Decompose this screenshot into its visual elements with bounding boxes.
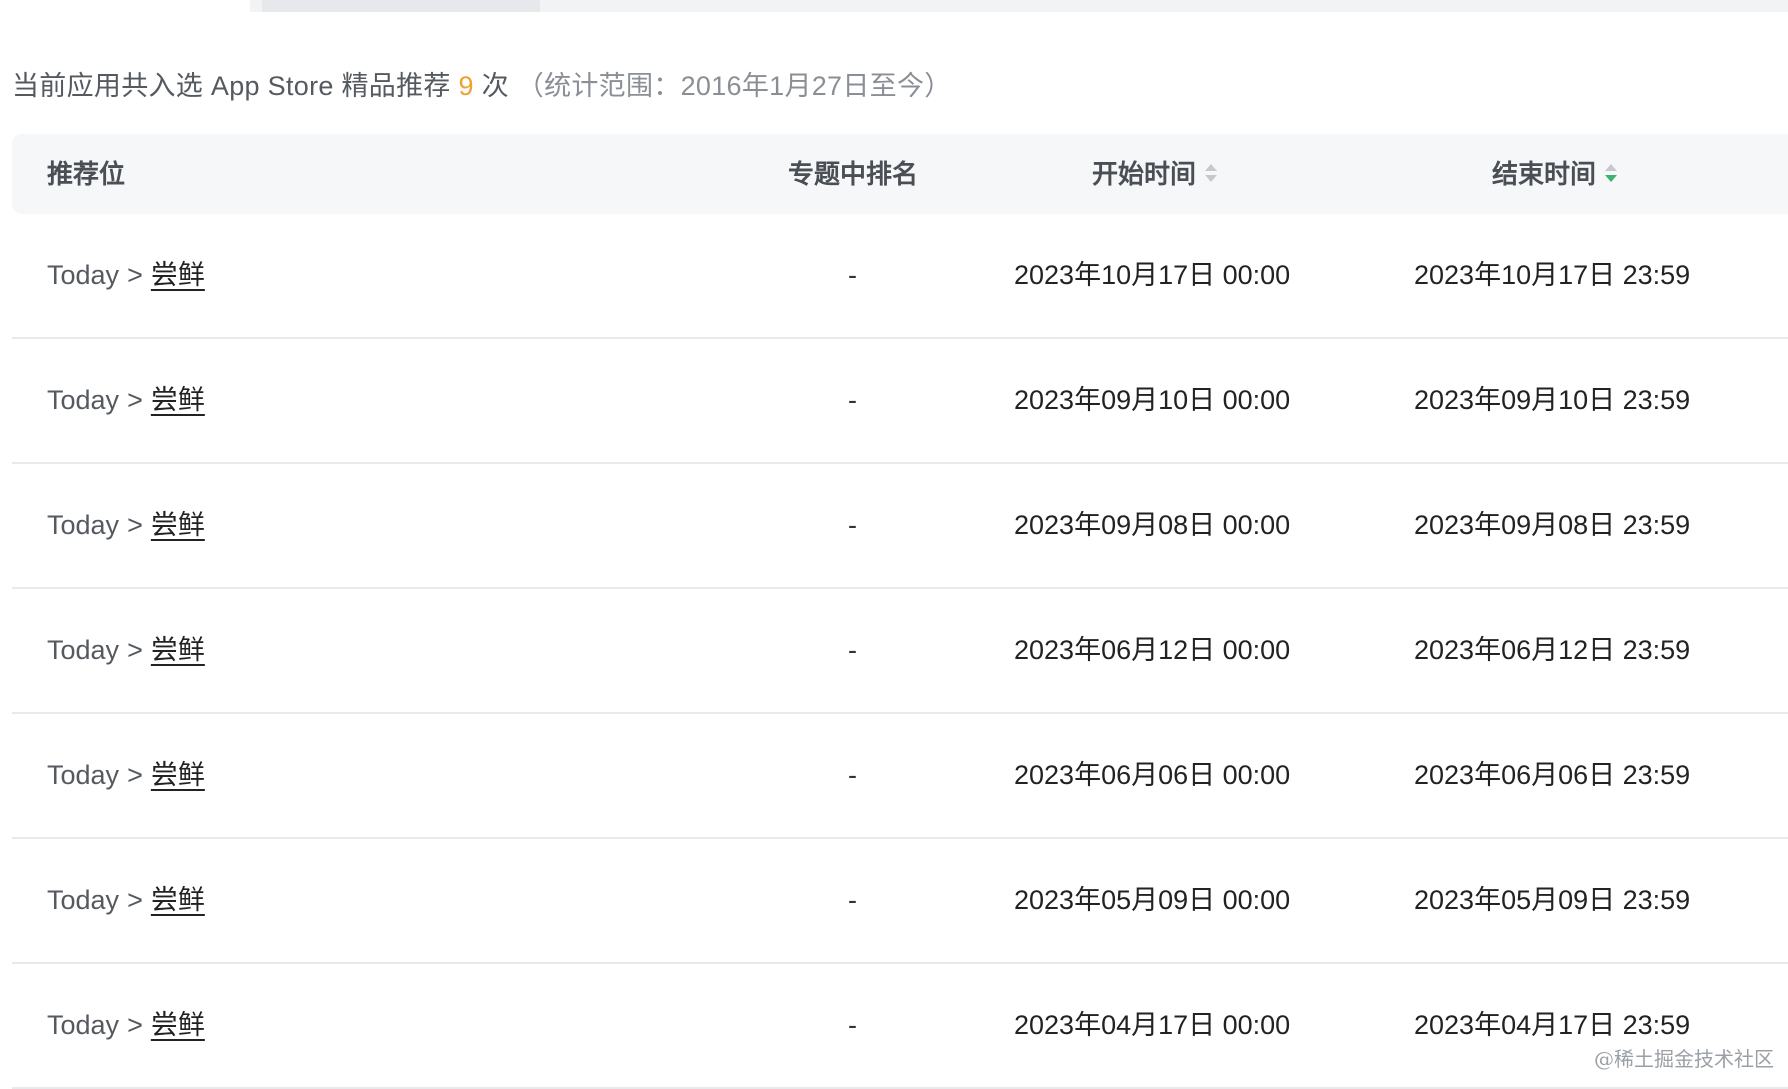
topic-rank: - — [848, 885, 857, 915]
sort-end-time-icon[interactable] — [1604, 163, 1618, 185]
breadcrumb-separator: > — [127, 635, 143, 665]
table-row: Today > 尝鲜 - 2023年05月09日 00:00 2023年05月09日 23… — [12, 839, 1788, 964]
top-tab-strip — [250, 0, 1788, 12]
start-time: 2023年09月08日 00:00 — [1014, 510, 1291, 540]
start-time-header-label: 开始时间 — [1092, 159, 1197, 189]
end-time: 2023年05月09日 23:59 — [1414, 885, 1691, 915]
breadcrumb-separator: > — [127, 760, 143, 790]
start-time: 2023年10月17日 00:00 — [1014, 260, 1291, 290]
column-header-end-time[interactable]: 结束时间 — [1492, 134, 1618, 214]
section-label: Today — [47, 510, 120, 540]
recommendation-position: Today > 尝鲜 — [47, 839, 205, 962]
section-label: Today — [47, 635, 120, 665]
topic-rank: - — [848, 635, 857, 665]
start-time: 2023年04月17日 00:00 — [1014, 1010, 1291, 1040]
watermark: @稀土掘金技术社区 — [1594, 1047, 1774, 1071]
breadcrumb-separator: > — [127, 260, 143, 290]
end-time: 2023年10月17日 23:59 — [1414, 260, 1691, 290]
recommendation-position: Today > 尝鲜 — [47, 964, 205, 1087]
recommendation-position: Today > 尝鲜 — [47, 714, 205, 837]
breadcrumb-separator: > — [127, 510, 143, 540]
breadcrumb-separator: > — [127, 1010, 143, 1040]
start-time: 2023年09月10日 00:00 — [1014, 385, 1291, 415]
section-label: Today — [47, 1010, 120, 1040]
end-time-header-label: 结束时间 — [1492, 159, 1597, 189]
topic-rank: - — [848, 260, 857, 290]
feature-link[interactable]: 尝鲜 — [151, 385, 205, 415]
end-time: 2023年06月06日 23:59 — [1414, 760, 1691, 790]
recommendation-count: 9 — [458, 71, 474, 101]
recommendation-position: Today > 尝鲜 — [47, 339, 205, 462]
table-row: Today > 尝鲜 - 2023年06月06日 00:00 2023年06月06日 23… — [12, 714, 1788, 839]
start-time: 2023年05月09日 00:00 — [1014, 885, 1291, 915]
recommendation-position: Today > 尝鲜 — [47, 464, 205, 587]
end-time: 2023年09月08日 23:59 — [1414, 510, 1691, 540]
table-body: Today > 尝鲜 -2023年10月17日 00:00 2023年10月17日 23… — [12, 214, 1788, 1089]
section-label: Today — [47, 260, 120, 290]
feature-link[interactable]: 尝鲜 — [151, 635, 205, 665]
table-row: Today > 尝鲜 - 2023年09月10日 00:00 2023年09月10日 23… — [12, 339, 1788, 464]
feature-link[interactable]: 尝鲜 — [151, 260, 205, 290]
start-time: 2023年06月06日 00:00 — [1014, 760, 1291, 790]
end-time: 2023年09月10日 23:59 — [1414, 385, 1691, 415]
topic-rank: - — [848, 1010, 857, 1040]
table-row: Today > 尝鲜 -2023年04月17日 00:00 2023年04月17日 23… — [12, 964, 1788, 1089]
end-time: 2023年06月12日 23:59 — [1414, 635, 1691, 665]
table-row: Today > 尝鲜 - 2023年06月12日 00:00 2023年06月12日 23… — [12, 589, 1788, 714]
table-header: 推荐位 专题中排名 开始时间 结束时间 — [12, 134, 1788, 214]
topic-rank: - — [848, 385, 857, 415]
column-header-start-time[interactable]: 开始时间 — [1092, 134, 1218, 214]
table-row: Today > 尝鲜 - 2023年10月17日 00:00 2023年10月17日 23… — [12, 214, 1788, 339]
statistics-range: （统计范围：2016年1月27日至今） — [516, 71, 952, 101]
recommendation-table: 推荐位 专题中排名 开始时间 结束时间 Today > 尝鲜 -2023年10月17日… — [12, 134, 1788, 1089]
recommendation-summary: 当前应用共入选 App Store 精品推荐 9 次 （统计范围：2016年1月… — [12, 64, 952, 103]
recommendation-position: Today > 尝鲜 — [47, 589, 205, 712]
topic-rank: - — [848, 760, 857, 790]
start-time: 2023年06月12日 00:00 — [1014, 635, 1291, 665]
topic-rank: - — [848, 510, 857, 540]
feature-link[interactable]: 尝鲜 — [151, 885, 205, 915]
table-row: Today > 尝鲜 - 2023年09月08日 00:00 2023年09月08日 23… — [12, 464, 1788, 589]
summary-prefix: 当前应用共入选 App Store 精品推荐 — [12, 71, 451, 101]
feature-link[interactable]: 尝鲜 — [151, 510, 205, 540]
column-header-position: 推荐位 — [47, 159, 126, 189]
breadcrumb-separator: > — [127, 885, 143, 915]
recommendation-position: Today > 尝鲜 — [47, 214, 205, 337]
summary-suffix: 次 — [481, 71, 509, 101]
column-header-rank: 专题中排名 — [788, 159, 919, 189]
section-label: Today — [47, 885, 120, 915]
breadcrumb-separator: > — [127, 385, 143, 415]
feature-link[interactable]: 尝鲜 — [151, 760, 205, 790]
section-label: Today — [47, 385, 120, 415]
section-label: Today — [47, 760, 120, 790]
top-tab-active[interactable] — [262, 0, 540, 12]
feature-link[interactable]: 尝鲜 — [151, 1010, 205, 1040]
sort-start-time-icon[interactable] — [1204, 163, 1218, 185]
